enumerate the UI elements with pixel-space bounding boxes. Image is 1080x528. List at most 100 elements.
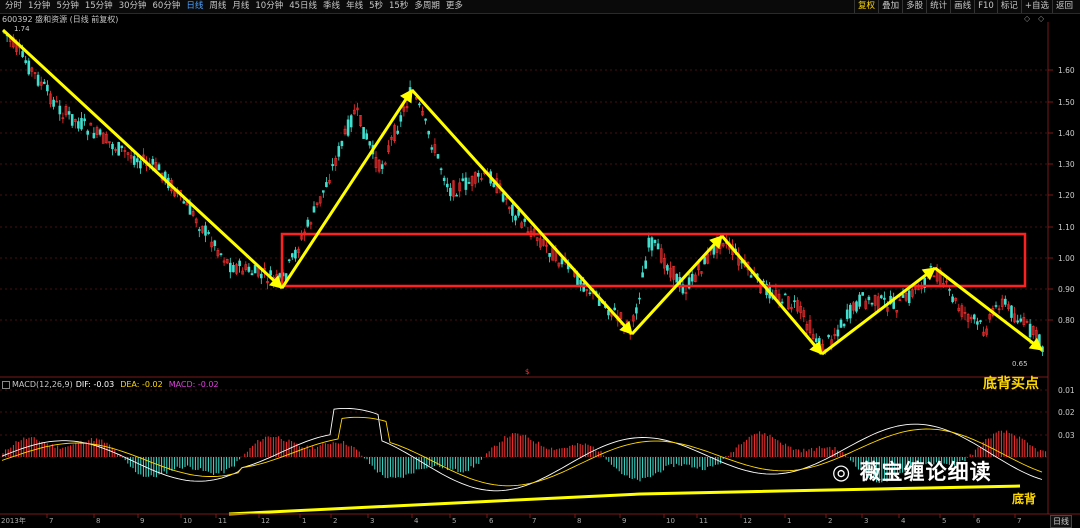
price-tick-label: 1.00 <box>1058 254 1075 263</box>
candle-body <box>1019 318 1023 322</box>
candle-body <box>396 130 400 134</box>
square-icon[interactable] <box>2 380 10 389</box>
candle-body <box>1016 320 1020 323</box>
candle-body <box>349 115 353 128</box>
consolidation-box <box>280 232 1027 288</box>
candle-body <box>656 243 660 250</box>
month-label: 1 <box>787 517 791 525</box>
candle-body <box>1003 298 1007 305</box>
kline-chart[interactable]: 1.60 1.50 1.40 1.30 1.20 1.10 1.00 0.90 0.80 0.0… <box>0 0 1080 527</box>
month-label: 11 <box>218 517 227 525</box>
candle-body <box>870 302 874 305</box>
month-label: 12 <box>261 517 270 525</box>
price-tick-label: 1.40 <box>1058 129 1075 138</box>
candle-body <box>86 130 89 135</box>
buy-point-label: 底背买点 <box>983 376 1039 392</box>
candle-body <box>259 273 263 279</box>
month-label: 10 <box>666 517 675 525</box>
candle-body <box>430 147 434 150</box>
candle-body <box>157 164 161 171</box>
candle-body <box>638 297 641 300</box>
candle-body <box>464 177 468 190</box>
candle-body <box>972 314 976 320</box>
candle-body <box>780 301 784 304</box>
candle-body <box>368 141 372 146</box>
candle-body <box>58 105 62 115</box>
candle-body <box>439 168 443 171</box>
candle-body <box>132 156 136 165</box>
candle-body <box>455 194 458 197</box>
candle-body <box>362 127 365 139</box>
candle-body <box>907 290 911 304</box>
month-label: 9 <box>140 517 144 525</box>
candle-body <box>312 206 316 213</box>
candle-body <box>111 143 114 150</box>
price-tick-label: 1.50 <box>1058 98 1075 107</box>
month-label: 2 <box>828 517 832 525</box>
candle-body <box>644 260 648 269</box>
candle-body <box>80 118 83 130</box>
candle-body <box>951 296 954 303</box>
candle-body <box>442 177 446 181</box>
macd-title: MACD(12,26,9) <box>12 380 73 389</box>
candle-body <box>855 301 858 312</box>
macd-tick-label: 0.01 <box>1058 386 1075 395</box>
candle-body <box>346 119 350 136</box>
candle-body <box>650 237 654 251</box>
month-label: 12 <box>743 517 752 525</box>
candle-body <box>793 300 796 302</box>
month-label: 5 <box>452 517 456 525</box>
candle-body <box>331 164 334 167</box>
candle-body <box>579 279 582 285</box>
candle-body <box>365 133 369 140</box>
month-label: 7 <box>1017 517 1021 525</box>
month-label: 7 <box>49 517 53 525</box>
candle-body <box>83 118 86 122</box>
candle-body <box>151 158 155 165</box>
candle-body <box>467 182 471 184</box>
candle-body <box>607 309 610 316</box>
month-label: 2 <box>333 517 337 525</box>
wechat-icon: ◎ <box>832 460 860 484</box>
candle-body <box>229 262 232 273</box>
candle-body <box>845 309 849 319</box>
candle-body <box>139 160 142 169</box>
candle-body <box>306 219 310 227</box>
candle-body <box>207 232 210 234</box>
macd-legend: MACD(12,26,9) DIF: -0.03 DEA: -0.02 MACD: -… <box>2 380 219 389</box>
candle-body <box>52 99 55 107</box>
candle-body <box>879 295 883 299</box>
candle-body <box>979 320 982 322</box>
trend-arrow <box>821 266 936 356</box>
candle-body <box>247 266 251 272</box>
candle-body <box>839 319 843 328</box>
candle-body <box>445 183 449 188</box>
candle-body <box>253 264 257 274</box>
candle-body <box>848 304 852 319</box>
month-label: 6 <box>489 517 494 525</box>
candle-body <box>635 307 638 314</box>
candles <box>2 30 1044 357</box>
candle-body <box>290 253 294 258</box>
period-label[interactable]: 日线 <box>1050 515 1072 528</box>
candle-body <box>548 253 551 257</box>
candle-body <box>976 321 979 325</box>
candle-body <box>399 115 403 122</box>
candle-body <box>647 237 651 248</box>
dea-value: DEA: -0.02 <box>120 380 163 389</box>
candle-body <box>867 296 871 301</box>
trend-arrow <box>1 28 284 290</box>
candle-body <box>461 178 465 181</box>
divergence-line <box>228 484 1021 516</box>
candle-body <box>858 294 861 307</box>
price-tick-label: 0.80 <box>1058 316 1075 325</box>
macd-value: MACD: -0.02 <box>168 380 219 389</box>
candle-body <box>836 329 840 337</box>
price-tick-label: 1.20 <box>1058 191 1075 200</box>
candle-body <box>436 154 440 159</box>
candle-body <box>929 266 933 268</box>
candle-body <box>36 74 40 86</box>
axis-start-label: 2013年 <box>1 517 26 525</box>
candle-body <box>560 258 564 265</box>
candle-body <box>588 292 592 295</box>
